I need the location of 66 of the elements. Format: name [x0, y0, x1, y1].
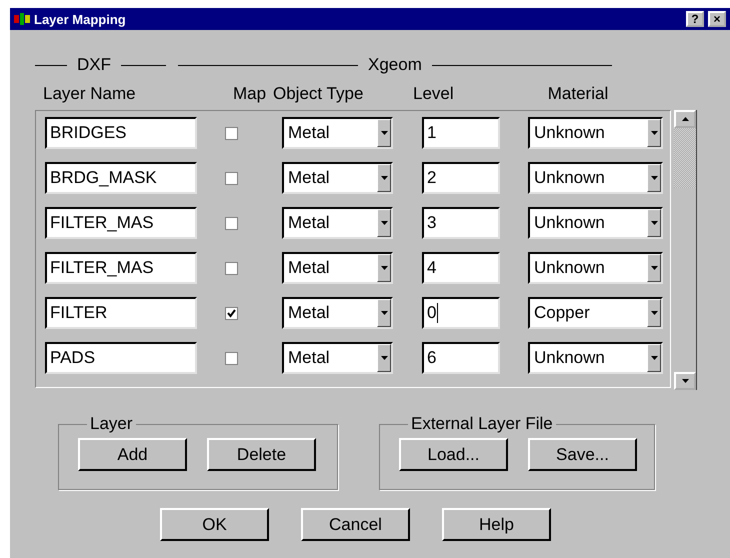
dialog-button[interactable]: OK: [160, 508, 269, 541]
dropdown-arrow-icon: [650, 131, 658, 135]
object-type-dropdown[interactable]: Metal: [282, 342, 393, 374]
object-type-dropdown[interactable]: Metal: [282, 252, 393, 284]
map-checkbox[interactable]: [225, 126, 238, 140]
layer-name-field[interactable]: FILTER_MAS: [45, 252, 197, 284]
dropdown-arrow-icon: [650, 266, 658, 270]
dropdown-arrow-icon: [380, 176, 388, 180]
help-button[interactable]: ?: [686, 11, 704, 27]
dropdown-arrow-icon: [650, 176, 658, 180]
material-dropdown[interactable]: Unknown: [528, 207, 663, 239]
dropdown-arrow-icon: [380, 311, 388, 315]
dropdown-arrow-icon: [380, 356, 388, 360]
layer-name-field[interactable]: BRDG_MASK: [45, 162, 197, 194]
dropdown-arrow-icon: [380, 131, 388, 135]
map-checkbox[interactable]: [225, 352, 238, 364]
close-button[interactable]: ×: [708, 11, 726, 27]
map-checkbox[interactable]: [225, 262, 238, 274]
map-checkbox[interactable]: [225, 306, 238, 320]
column-header: Object Type: [273, 84, 364, 104]
column-header: Material: [546, 84, 610, 104]
material-dropdown[interactable]: Copper: [528, 297, 663, 329]
dropdown-arrow-icon: [650, 311, 658, 315]
material-dropdown[interactable]: Unknown: [528, 162, 663, 194]
scroll-up-icon: [682, 117, 688, 121]
scrollbar[interactable]: [674, 110, 697, 390]
action-button[interactable]: Load...: [399, 438, 508, 471]
material-dropdown[interactable]: Unknown: [528, 252, 663, 284]
column-header: Layer Name: [43, 84, 137, 104]
layer-name-field[interactable]: FILTER_MAS: [45, 207, 197, 239]
level-field[interactable]: 6: [422, 342, 500, 374]
layer-name-field[interactable]: FILTER: [45, 297, 197, 329]
layer-name-field[interactable]: PADS: [45, 342, 197, 374]
group-header: Xgeom: [367, 55, 423, 75]
level-field[interactable]: 4: [422, 252, 500, 284]
group-header: DXF: [76, 55, 112, 75]
scroll-down-icon: [682, 379, 688, 383]
scroll-thumb[interactable]: [674, 128, 696, 188]
level-field[interactable]: 0: [422, 297, 500, 329]
object-type-dropdown[interactable]: Metal: [282, 297, 393, 329]
level-field[interactable]: 1: [422, 117, 500, 149]
window-title: Layer Mapping: [34, 12, 127, 26]
dropdown-arrow-icon: [650, 221, 658, 225]
material-dropdown[interactable]: Unknown: [528, 342, 663, 374]
level-field[interactable]: 2: [422, 162, 500, 194]
column-header: Level: [413, 84, 455, 104]
object-type-dropdown[interactable]: Metal: [282, 162, 393, 194]
group-title: External Layer File: [410, 414, 554, 434]
column-header: Map: [233, 84, 268, 104]
level-field[interactable]: 3: [422, 207, 500, 239]
dropdown-arrow-icon: [380, 266, 388, 270]
action-button[interactable]: Add: [78, 438, 187, 471]
object-type-dropdown[interactable]: Metal: [282, 207, 393, 239]
material-dropdown[interactable]: Unknown: [528, 117, 663, 149]
object-type-dropdown[interactable]: Metal: [282, 117, 393, 149]
dropdown-arrow-icon: [380, 221, 388, 225]
dialog-button[interactable]: Help: [442, 508, 551, 541]
dialog-button[interactable]: Cancel: [301, 508, 410, 541]
group-title: Layer: [89, 414, 134, 434]
layer-name-field[interactable]: BRIDGES: [45, 117, 197, 149]
action-button[interactable]: Save...: [528, 438, 637, 471]
map-checkbox[interactable]: [225, 216, 238, 230]
app-icon: [14, 12, 30, 26]
map-checkbox[interactable]: [225, 172, 238, 184]
action-button[interactable]: Delete: [207, 438, 316, 471]
dropdown-arrow-icon: [650, 356, 658, 360]
